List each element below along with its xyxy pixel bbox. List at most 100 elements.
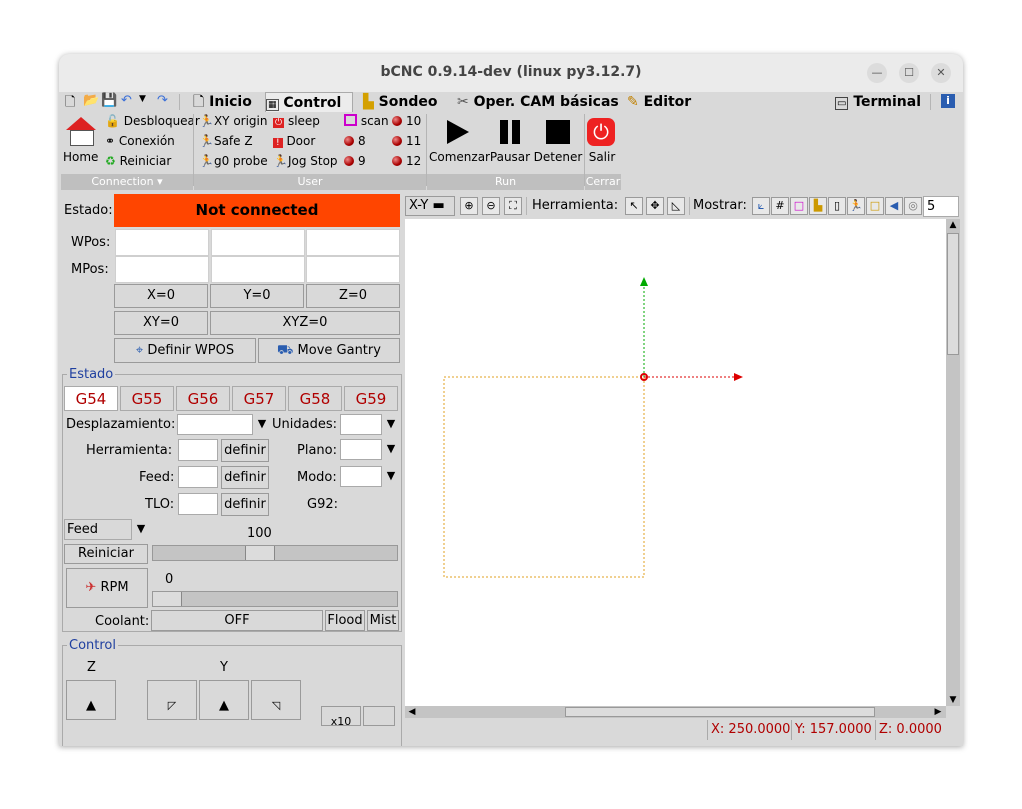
- tab-terminal[interactable]: ▭ Terminal: [835, 92, 921, 112]
- define-tlo-button[interactable]: definir: [221, 493, 269, 516]
- tab-sondeo[interactable]: ▙ Sondeo: [363, 92, 443, 112]
- info-icon[interactable]: i: [941, 94, 955, 108]
- flood-button[interactable]: Flood: [325, 610, 365, 631]
- user-button-8[interactable]: 8: [344, 134, 366, 148]
- jog-xy-up-right-button[interactable]: ◹: [251, 680, 301, 720]
- zero-x-button[interactable]: X=0: [114, 284, 208, 308]
- vertical-scrollbar[interactable]: ▲ ▼: [946, 219, 960, 706]
- safe-z-button[interactable]: 🏃Safe Z: [199, 134, 253, 148]
- zero-xy-button[interactable]: XY=0: [114, 311, 208, 335]
- override-slider[interactable]: [152, 545, 398, 561]
- tlo-input[interactable]: [178, 493, 218, 515]
- scroll-down-icon[interactable]: ▼: [947, 694, 959, 706]
- slider-handle[interactable]: [153, 592, 182, 606]
- zoom-fit-icon[interactable]: ⛶: [504, 197, 522, 215]
- user-button-9[interactable]: 9: [344, 154, 366, 168]
- offset-select[interactable]: [177, 414, 253, 435]
- user-button-11[interactable]: 11: [392, 134, 421, 148]
- tab-g56[interactable]: G56: [176, 386, 230, 411]
- rpm-slider[interactable]: [152, 591, 398, 607]
- exit-button[interactable]: ⏻ Salir: [585, 116, 619, 172]
- jog-stop-button[interactable]: 🏃Jog Stop: [273, 154, 338, 168]
- tab-control[interactable]: ▦ Control: [265, 92, 353, 113]
- tab-g58[interactable]: G58: [288, 386, 342, 411]
- select-cursor-icon[interactable]: ↖: [625, 197, 643, 215]
- scan-button[interactable]: scan: [344, 114, 389, 128]
- override-reset-button[interactable]: Reiniciar: [64, 544, 148, 564]
- rapid-icon[interactable]: 🏃: [847, 197, 865, 215]
- user-button-12[interactable]: 12: [392, 154, 421, 168]
- connect-button[interactable]: ⚭ Conexión: [105, 134, 175, 148]
- ruler-icon[interactable]: ◺: [667, 197, 685, 215]
- define-tool-button[interactable]: definir: [221, 439, 269, 462]
- tab-inicio[interactable]: 🗋 Inicio: [193, 92, 259, 112]
- start-button[interactable]: Comenzar: [429, 116, 490, 172]
- units-select[interactable]: [340, 414, 382, 435]
- chevron-down-icon[interactable]: ▼: [384, 414, 398, 434]
- margins-icon[interactable]: □: [790, 197, 808, 215]
- coolant-toggle[interactable]: OFF: [151, 610, 323, 631]
- slider-handle[interactable]: [245, 546, 275, 560]
- rpm-button[interactable]: ✈ RPM: [66, 568, 148, 608]
- chevron-down-icon[interactable]: ▼: [384, 439, 398, 459]
- open-file-icon[interactable]: 📂: [83, 93, 99, 108]
- grid-icon[interactable]: #: [771, 197, 789, 215]
- mist-button[interactable]: Mist: [367, 610, 399, 631]
- redo-icon[interactable]: ↷: [157, 93, 168, 108]
- tab-cam[interactable]: ✂ Oper. CAM básicas: [457, 92, 619, 112]
- chevron-down-icon[interactable]: ▼: [384, 466, 398, 486]
- g0-probe-button[interactable]: 🏃g0 probe: [199, 154, 268, 168]
- workarea-icon[interactable]: ▯: [828, 197, 846, 215]
- dro-icon[interactable]: ◎: [904, 197, 922, 215]
- scroll-thumb[interactable]: [947, 233, 959, 355]
- jog-y-up-button[interactable]: ▲: [199, 680, 249, 720]
- unlock-button[interactable]: 🔓 Desbloquear: [105, 114, 200, 128]
- pan-icon[interactable]: ✥: [646, 197, 664, 215]
- mode-select[interactable]: [340, 466, 382, 487]
- sleep-button[interactable]: ⏻ sleep: [273, 114, 320, 128]
- zoom-level-input[interactable]: 5: [923, 196, 959, 217]
- pause-button[interactable]: Pausar: [489, 116, 531, 172]
- step-x10-button[interactable]: x10: [321, 706, 361, 728]
- scroll-right-icon[interactable]: ▶: [932, 706, 944, 718]
- define-feed-button[interactable]: definir: [221, 466, 269, 489]
- drawing-canvas[interactable]: [405, 219, 946, 706]
- tool-input[interactable]: [178, 439, 218, 461]
- door-button[interactable]: ! Door: [273, 134, 315, 148]
- tab-editor[interactable]: ✎ Editor: [627, 92, 693, 112]
- horizontal-scrollbar[interactable]: ◀ ▶: [405, 706, 946, 718]
- home-button[interactable]: Home: [63, 115, 98, 169]
- zoom-out-icon[interactable]: ⊖: [482, 197, 500, 215]
- camera-icon[interactable]: ◀: [885, 197, 903, 215]
- step-button[interactable]: [363, 706, 395, 726]
- tab-g54[interactable]: G54: [64, 386, 118, 411]
- zoom-in-icon[interactable]: ⊕: [460, 197, 478, 215]
- connection-group-label[interactable]: Connection ▾: [61, 174, 193, 190]
- view-select[interactable]: X-Y ▬: [405, 196, 455, 216]
- chevron-down-icon[interactable]: ▼: [255, 414, 269, 434]
- zero-xyz-button[interactable]: XYZ=0: [210, 311, 400, 335]
- undo-icon[interactable]: ↶: [121, 93, 132, 108]
- scroll-up-icon[interactable]: ▲: [947, 219, 959, 231]
- tab-g55[interactable]: G55: [120, 386, 174, 411]
- zero-z-button[interactable]: Z=0: [306, 284, 400, 308]
- save-file-icon[interactable]: 💾: [101, 93, 117, 108]
- scroll-left-icon[interactable]: ◀: [406, 706, 418, 718]
- scroll-thumb[interactable]: [565, 707, 875, 717]
- jog-xy-up-left-button[interactable]: ◸: [147, 680, 197, 720]
- undo-dropdown-icon[interactable]: ▼: [139, 94, 146, 104]
- tab-g57[interactable]: G57: [232, 386, 286, 411]
- minimize-button[interactable]: —: [867, 63, 887, 83]
- close-window-button[interactable]: ✕: [931, 63, 951, 83]
- user-button-10[interactable]: 10: [392, 114, 421, 128]
- zero-y-button[interactable]: Y=0: [210, 284, 304, 308]
- paths-icon[interactable]: □: [866, 197, 884, 215]
- jog-z-up-button[interactable]: ▲: [66, 680, 116, 720]
- plane-select[interactable]: [340, 439, 382, 460]
- set-wpos-button[interactable]: ⌖ Definir WPOS: [114, 338, 256, 363]
- move-gantry-button[interactable]: ⛟ Move Gantry: [258, 338, 400, 363]
- axes-icon[interactable]: ⟀: [752, 197, 770, 215]
- reset-button[interactable]: ♻ Reiniciar: [105, 154, 171, 168]
- probe-icon[interactable]: ▙: [809, 197, 827, 215]
- tab-g59[interactable]: G59: [344, 386, 398, 411]
